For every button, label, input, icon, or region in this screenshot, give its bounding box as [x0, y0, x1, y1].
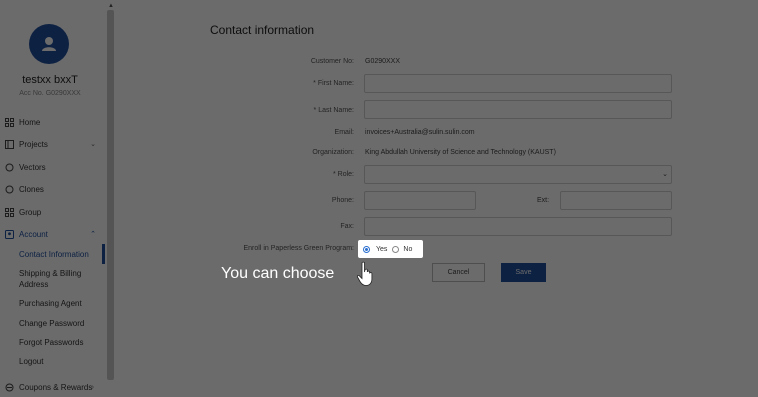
paperless-label: Enroll in Paperless Green Program:: [243, 245, 355, 252]
nav-group[interactable]: Group: [0, 202, 104, 222]
submenu-change-password[interactable]: Change Password: [19, 318, 104, 329]
scroll-up-arrow-icon[interactable]: ▲: [108, 3, 114, 9]
organization-value: King Abdullah University of Science and …: [365, 149, 556, 156]
paperless-yes-radio[interactable]: [363, 245, 370, 253]
account-number: Acc No. G0290XXX: [19, 90, 81, 97]
ext-label: Ext:: [537, 197, 550, 204]
nav-coupons-rewards[interactable]: Coupons & Rewards ›: [0, 377, 104, 397]
phone-input[interactable]: [364, 191, 476, 210]
nav-projects[interactable]: Projects ⌄: [0, 134, 104, 154]
last-name-input[interactable]: [364, 100, 672, 119]
nav-home[interactable]: Home: [0, 112, 104, 132]
coupon-icon: [4, 382, 14, 392]
user-icon: [42, 37, 56, 51]
organization-label: Organization:: [312, 149, 354, 156]
email-label: Email:: [334, 129, 354, 136]
customer-no-label: Customer No:: [310, 58, 354, 65]
sidebar-scrollbar[interactable]: [107, 10, 114, 380]
paperless-yes-label: Yes: [376, 245, 388, 253]
role-label: * Role:: [332, 171, 354, 178]
nav-group-label: Group: [19, 207, 42, 217]
user-avatar[interactable]: [29, 24, 69, 64]
chevron-up-icon: ⌃: [90, 231, 96, 238]
first-name-label: * First Name:: [313, 80, 354, 87]
nav-coupons-label: Coupons & Rewards: [19, 382, 93, 392]
nav-projects-label: Projects: [19, 139, 48, 149]
home-icon: [4, 117, 14, 127]
nav-account-label: Account: [19, 229, 48, 239]
active-indicator: [102, 244, 105, 264]
nav-home-label: Home: [19, 117, 41, 127]
clones-icon: [4, 184, 14, 194]
chevron-right-icon: ›: [91, 383, 94, 391]
phone-label: Phone:: [331, 197, 354, 204]
submenu-shipping-billing[interactable]: Shipping & Billing Address: [19, 268, 104, 290]
username: testxx bxxT: [22, 74, 78, 86]
customer-no-value: G0290XXX: [365, 58, 401, 65]
paperless-radio-group: Yes No: [358, 240, 423, 258]
submenu-logout[interactable]: Logout: [19, 356, 104, 367]
nav-vectors-label: Vectors: [19, 162, 46, 172]
tutorial-hint-text: You can choose: [221, 265, 335, 282]
first-name-input[interactable]: [364, 74, 672, 93]
chevron-down-icon: ⌄: [662, 171, 668, 178]
chevron-down-icon: ⌄: [90, 141, 96, 148]
fax-label: Fax:: [340, 223, 354, 230]
group-icon: [4, 207, 14, 217]
submenu-forgot-passwords[interactable]: Forgot Passwords: [19, 337, 104, 348]
submenu-purchasing-agent[interactable]: Purchasing Agent: [19, 298, 104, 309]
nav-vectors[interactable]: Vectors: [0, 157, 104, 177]
projects-icon: [4, 139, 14, 149]
account-icon: [4, 229, 14, 239]
fax-input[interactable]: [364, 217, 672, 236]
pointing-hand-icon: [356, 261, 376, 292]
vectors-icon: [4, 162, 14, 172]
sidebar: testxx bxxT Acc No. G0290XXX Home Projec…: [0, 0, 108, 397]
ext-input[interactable]: [560, 191, 672, 210]
cancel-button[interactable]: Cancel: [432, 263, 485, 282]
submenu-contact-information[interactable]: Contact Information: [19, 249, 104, 260]
paperless-no-label: No: [403, 245, 413, 253]
last-name-label: * Last Name:: [313, 107, 354, 114]
nav-account[interactable]: Account ⌃: [0, 224, 104, 244]
role-select[interactable]: ⌄: [364, 165, 672, 184]
nav-clones[interactable]: Clones: [0, 179, 104, 199]
paperless-no-radio[interactable]: [392, 245, 400, 253]
page-title: Contact information: [210, 23, 315, 37]
nav-clones-label: Clones: [19, 184, 44, 194]
email-value: invoices+Australia@sulin.sulin.com: [365, 129, 475, 136]
save-button[interactable]: Save: [501, 263, 546, 282]
